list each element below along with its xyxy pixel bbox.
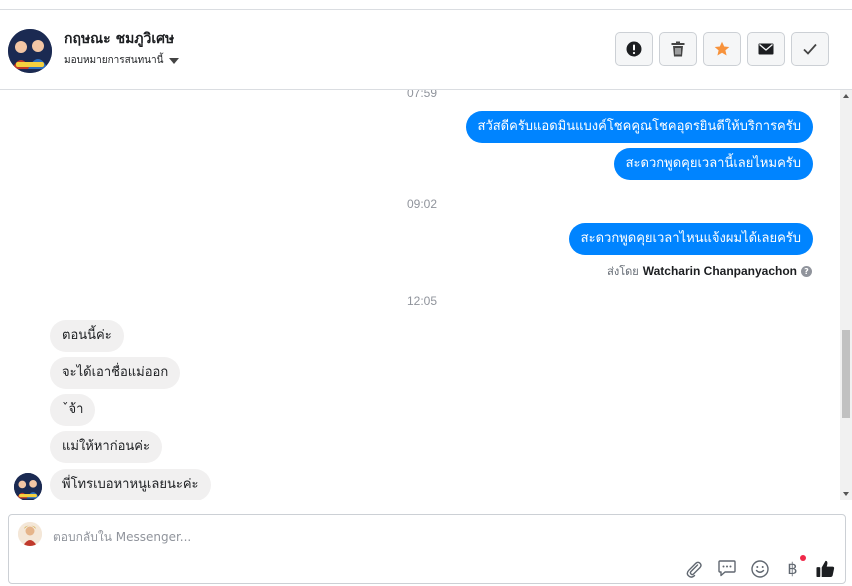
- contact-name[interactable]: กฤษณะ ชมภูวิเศษ: [64, 28, 174, 50]
- assign-label: มอบหมายการสนทนานี้: [64, 55, 164, 66]
- incoming-message[interactable]: ตอนนี้ค่ะ: [50, 320, 124, 352]
- sent-by-name: Watcharin Chanpanyachon: [642, 264, 797, 278]
- baht-icon: ฿: [787, 559, 798, 578]
- incoming-message[interactable]: แม่ให้หาก่อนค่ะ: [50, 431, 162, 463]
- page-avatar: [18, 522, 42, 546]
- scroll-up-arrow-icon[interactable]: [843, 94, 849, 98]
- star-icon: [714, 41, 730, 56]
- contact-avatar[interactable]: [8, 29, 52, 73]
- outgoing-message[interactable]: สะดวกพูดคุยเวลานี้เลยไหมครับ: [613, 148, 813, 180]
- scroll-down-arrow-icon[interactable]: [843, 492, 849, 496]
- attach-button[interactable]: [684, 559, 703, 578]
- contact-avatar-small[interactable]: [14, 473, 42, 500]
- notification-dot: [800, 555, 806, 561]
- thread-scrollbar[interactable]: [840, 90, 852, 500]
- envelope-icon: [758, 43, 774, 55]
- speech-bubble-icon: [717, 560, 736, 577]
- outgoing-message[interactable]: สะดวกพูดคุยเวลาไหนแจ้งผมได้เลยครับ: [568, 223, 813, 255]
- delete-button[interactable]: [659, 32, 697, 66]
- mark-done-button[interactable]: [791, 32, 829, 66]
- message-thread[interactable]: 07:59 สวัสดีครับแอดมินแบงค์โชคคูณโชคอุดร…: [0, 90, 840, 500]
- conversation-header: กฤษณะ ชมภูวิเศษ มอบหมายการสนทนานี้: [0, 10, 852, 90]
- star-button[interactable]: [703, 32, 741, 66]
- reply-input[interactable]: [53, 526, 753, 548]
- scrollbar-thumb[interactable]: [842, 330, 850, 418]
- incoming-message[interactable]: ˇจ้า: [50, 394, 96, 426]
- composer-tools: ฿: [684, 555, 835, 578]
- outgoing-message[interactable]: สวัสดีครับแอดมินแบงค์โชคคูณโชคอุดรยินดีใ…: [465, 111, 813, 143]
- sent-by-label: ส่งโดย Watcharin Chanpanyachon ?: [607, 262, 812, 280]
- timestamp: 07:59: [406, 90, 438, 100]
- timestamp: 09:02: [406, 197, 438, 211]
- exclamation-icon: [626, 41, 642, 57]
- thumbs-up-icon: [816, 560, 835, 578]
- payment-button[interactable]: ฿: [783, 555, 806, 578]
- paperclip-icon: [686, 561, 702, 578]
- timestamp: 12:05: [406, 294, 438, 308]
- mark-unread-button[interactable]: [747, 32, 785, 66]
- saved-replies-button[interactable]: [717, 559, 736, 578]
- like-button[interactable]: [816, 559, 835, 578]
- assign-conversation-dropdown[interactable]: มอบหมายการสนทนานี้: [64, 53, 180, 68]
- top-divider: [0, 0, 852, 10]
- trash-icon: [671, 41, 685, 57]
- mark-spam-button[interactable]: [615, 32, 653, 66]
- emoji-button[interactable]: [750, 559, 769, 578]
- reply-composer: ฿: [8, 514, 846, 584]
- check-icon: [803, 43, 817, 55]
- chevron-down-icon: [169, 57, 180, 64]
- incoming-message[interactable]: พี่โทรเบอหาหนูเลยนะค่ะ: [50, 469, 211, 500]
- conversation-actions: [615, 32, 829, 66]
- question-mark-icon[interactable]: ?: [801, 265, 812, 277]
- smiley-icon: [750, 559, 769, 578]
- incoming-message[interactable]: จะได้เอาชื่อแม่ออก: [50, 357, 181, 389]
- sent-by-prefix: ส่งโดย: [607, 265, 639, 278]
